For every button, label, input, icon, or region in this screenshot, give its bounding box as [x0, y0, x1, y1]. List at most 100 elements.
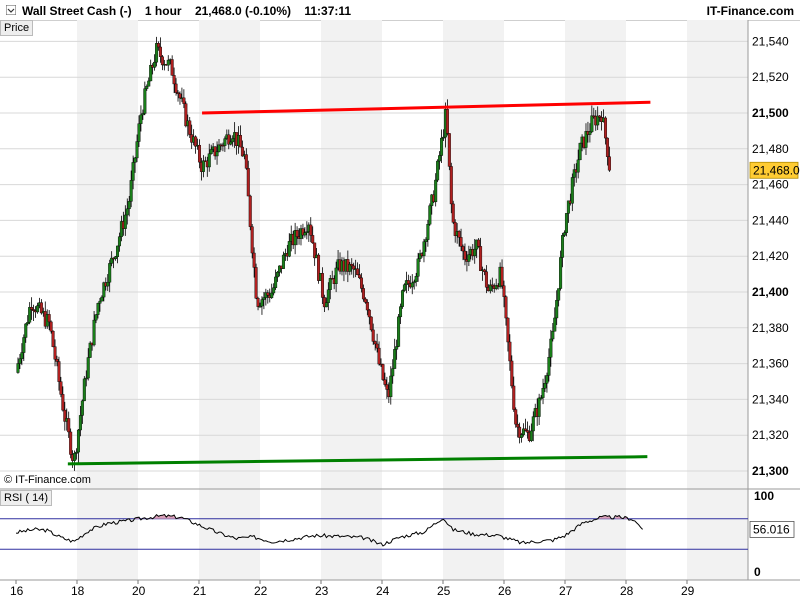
candle-body: [250, 226, 254, 254]
candle-body: [334, 267, 338, 285]
candle: [313, 242, 317, 266]
candle-body: [262, 297, 266, 300]
candle-body: [604, 117, 608, 139]
price-tick-label: 21,460: [752, 178, 789, 192]
candle-body: [147, 80, 151, 87]
candle: [170, 55, 174, 76]
candle-body: [400, 290, 404, 307]
candle-body: [434, 179, 438, 203]
candle: [428, 203, 432, 226]
candle-body: [207, 153, 211, 168]
candle-body: [358, 274, 362, 279]
candle-body: [160, 56, 164, 66]
chart-canvas[interactable]: 21,300 21,320 21,340 21,360 21,380 21,400 21,4…: [0, 0, 800, 600]
candle-body: [35, 305, 39, 313]
candle: [248, 194, 252, 231]
candle-body: [137, 123, 141, 142]
x-tick-label: 27: [559, 584, 573, 598]
candle-body: [447, 133, 451, 167]
rsi-panel-label: RSI ( 14): [0, 490, 53, 506]
candle-body: [502, 285, 506, 297]
candle-body: [303, 232, 307, 236]
candle-body: [440, 137, 444, 156]
candle-body: [143, 88, 147, 114]
x-tick-label: 16: [10, 584, 24, 598]
candle-body: [69, 431, 73, 455]
candle-body: [92, 319, 96, 346]
x-tick-label: 24: [376, 584, 390, 598]
candle-body: [564, 213, 568, 233]
candle: [293, 222, 297, 255]
candle-body: [123, 214, 127, 229]
candle-body: [209, 149, 213, 154]
candle-body: [59, 381, 63, 395]
candle-body: [520, 434, 524, 438]
candle: [436, 159, 440, 183]
candle-body: [215, 151, 219, 157]
candle-body: [397, 316, 401, 347]
candle-body: [274, 276, 278, 288]
x-tick-label: 21: [193, 584, 207, 598]
candle-body: [576, 159, 580, 173]
candle-body: [145, 86, 149, 89]
price-tick-label: 21,520: [752, 70, 789, 84]
candle-body: [16, 363, 20, 373]
candle-body: [287, 241, 291, 257]
candle-body: [248, 195, 252, 227]
candle-body: [117, 236, 121, 247]
candle-body: [512, 385, 516, 410]
candle-body: [20, 352, 24, 360]
candle-body: [399, 306, 403, 318]
candle: [400, 289, 404, 309]
candle-body: [422, 241, 426, 257]
candle-body: [129, 180, 133, 202]
candle-body: [116, 245, 120, 257]
rsi-value-label: 56.016: [753, 522, 790, 536]
candle-body: [381, 364, 385, 380]
candle-body: [295, 230, 299, 237]
candle-body: [108, 263, 112, 283]
candle-body: [174, 83, 178, 93]
candle-body: [170, 59, 174, 76]
candle-body: [276, 271, 280, 278]
candle-body: [395, 346, 399, 350]
candle-body: [508, 341, 512, 362]
candle-body: [201, 160, 205, 172]
candle-body: [559, 257, 563, 289]
candle-body: [563, 232, 567, 236]
candle-body: [229, 141, 233, 145]
candle-body: [80, 400, 84, 416]
candle-body: [457, 231, 461, 238]
candle-body: [55, 359, 59, 362]
candle-body: [125, 208, 129, 216]
candle-body: [311, 235, 315, 244]
candle: [82, 376, 86, 402]
copyright-label: © IT-Finance.com: [4, 474, 91, 486]
price-panel-label: Price: [0, 20, 34, 36]
candle-body: [100, 296, 104, 302]
candle-body: [356, 268, 360, 275]
candle-body: [523, 428, 527, 431]
candle-body: [328, 278, 332, 290]
candle-body: [578, 142, 582, 161]
price-tick-label: 21,320: [752, 428, 789, 442]
candle-body: [158, 46, 162, 57]
candle-body: [324, 302, 328, 308]
candle-body: [178, 93, 182, 99]
candle-body: [377, 347, 381, 365]
candle-body: [467, 254, 471, 262]
candle: [264, 288, 268, 306]
x-tick-label: 26: [498, 584, 512, 598]
candle-body: [166, 59, 170, 66]
candle-body: [53, 346, 57, 360]
candle-body: [26, 322, 30, 325]
candle: [451, 200, 455, 225]
candle-body: [389, 375, 393, 398]
candle-body: [141, 113, 145, 116]
candle-body: [561, 235, 565, 258]
candle: [28, 302, 32, 325]
candle-body: [309, 224, 313, 236]
price-tick-label: 21,360: [752, 357, 789, 371]
candle-body: [402, 284, 406, 291]
candle-body: [153, 61, 157, 68]
